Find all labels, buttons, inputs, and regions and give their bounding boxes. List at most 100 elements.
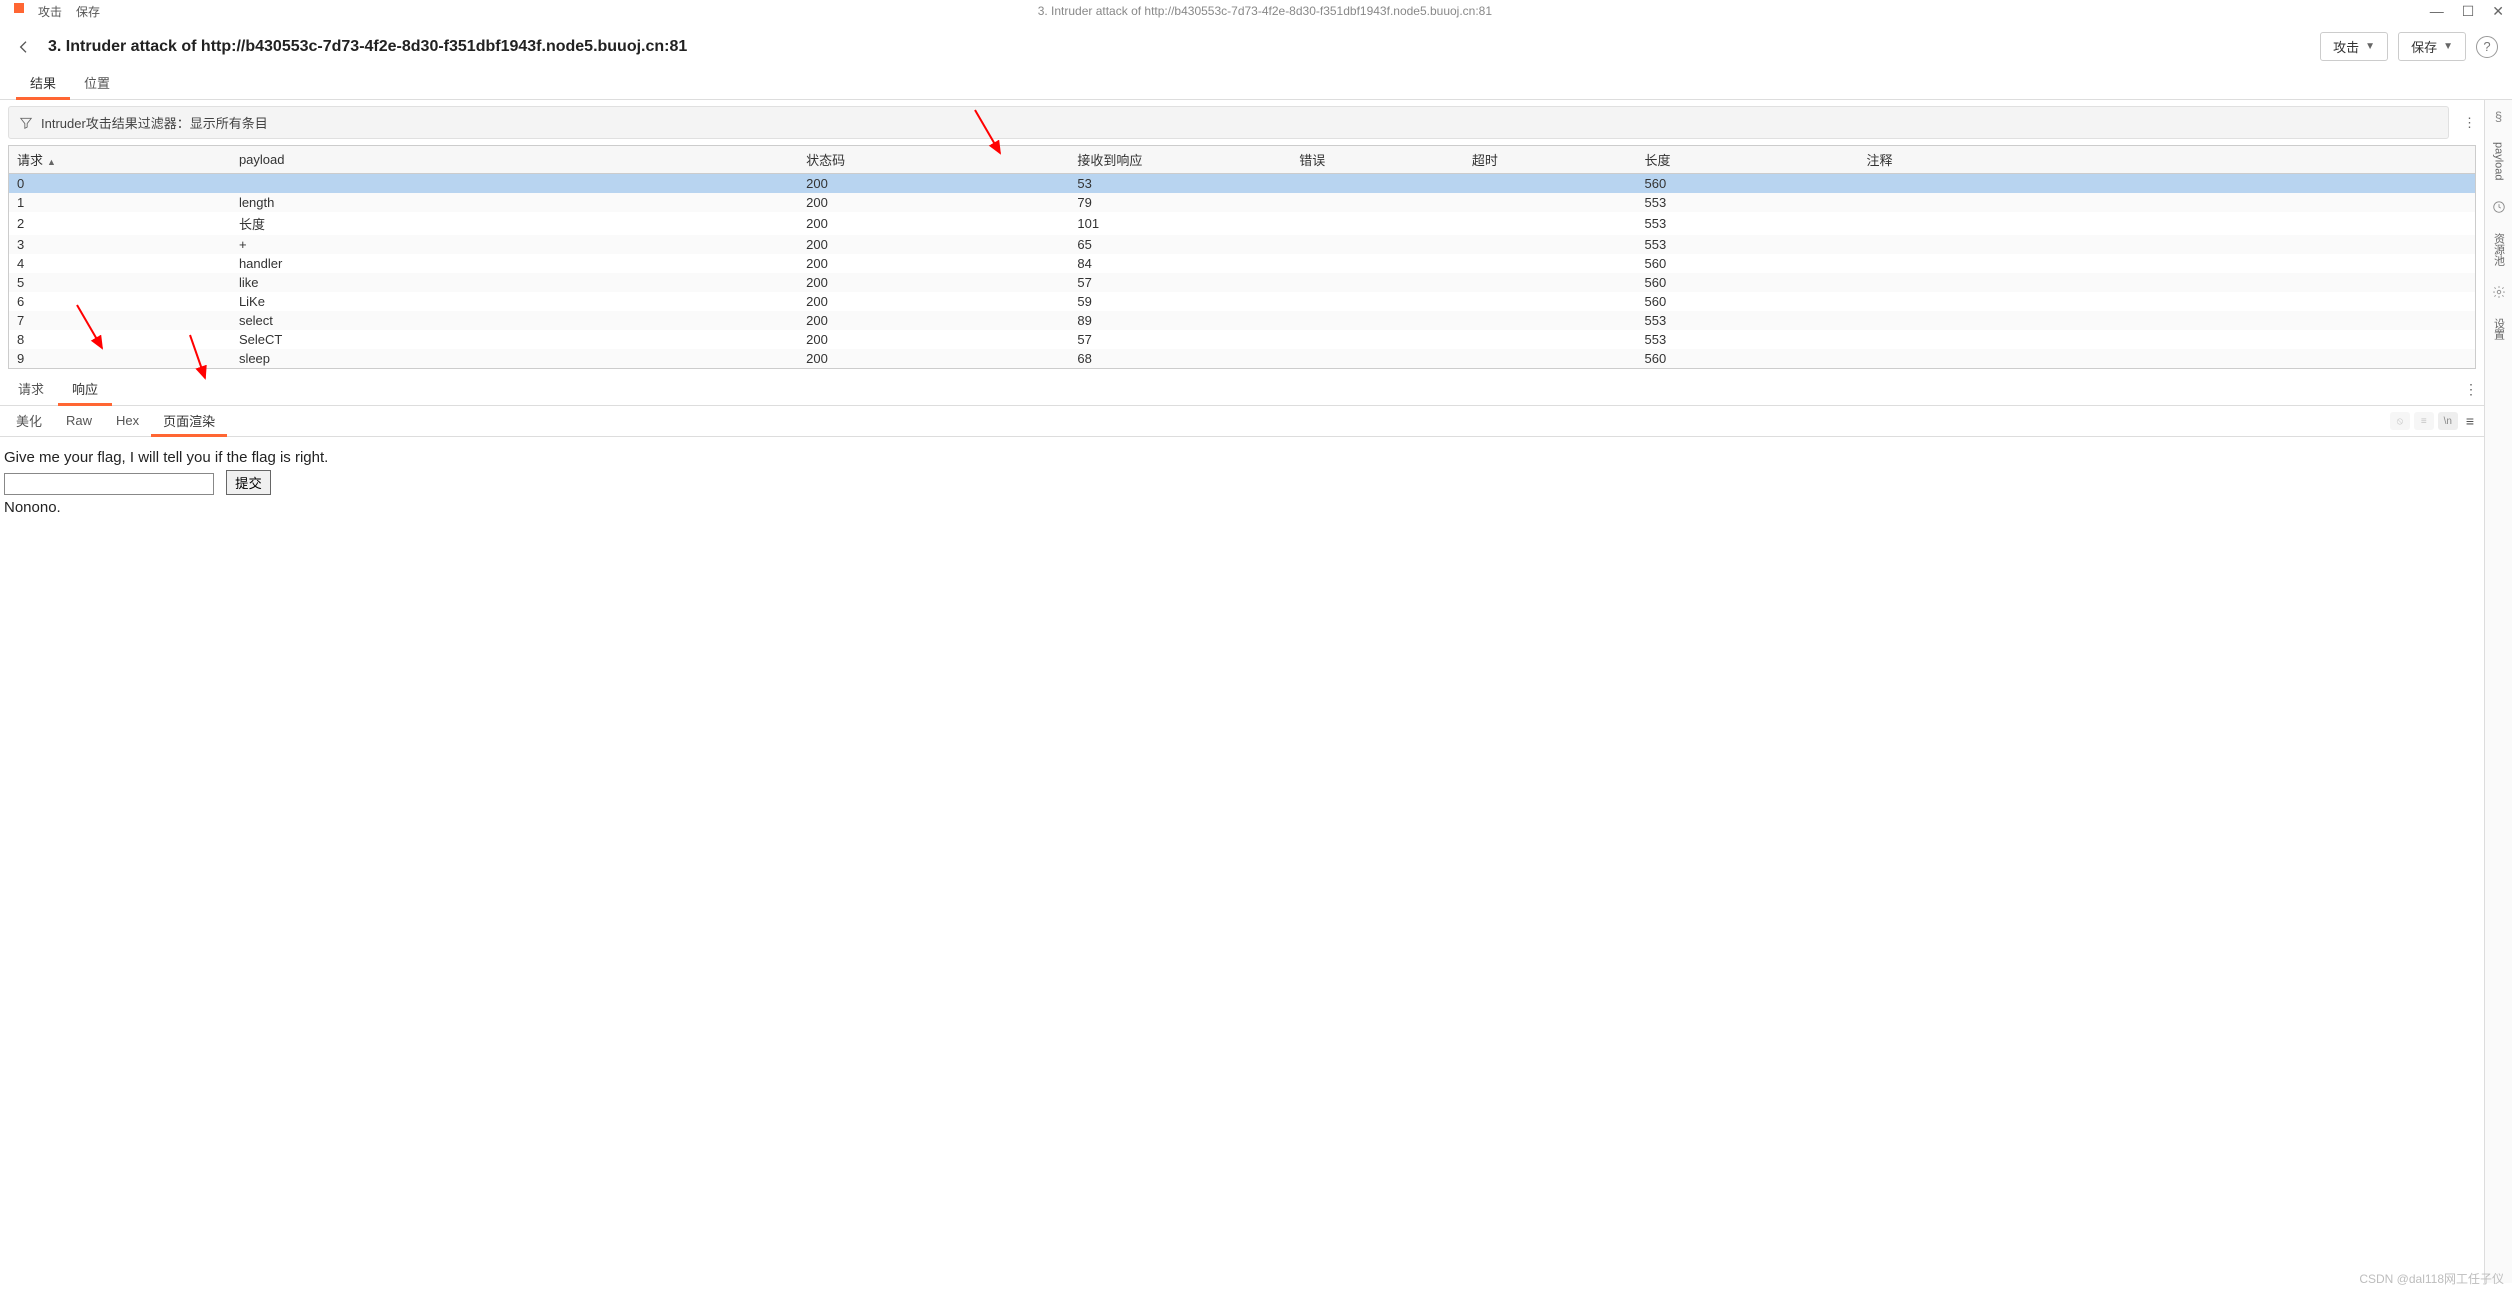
table-cell xyxy=(1858,273,2475,292)
subtab-hex[interactable]: Hex xyxy=(104,408,151,434)
table-cell: 6 xyxy=(9,292,231,311)
table-cell xyxy=(1464,292,1637,311)
table-cell: 1 xyxy=(9,193,231,212)
clock-icon[interactable] xyxy=(2491,199,2507,215)
table-row[interactable]: 2长度200101553 xyxy=(9,212,2475,235)
menu-save[interactable]: 保存 xyxy=(76,3,100,20)
sidebar-settings[interactable]: 设置 xyxy=(2491,318,2507,340)
mini-btn-2[interactable]: ≡ xyxy=(2414,412,2434,430)
table-cell xyxy=(1464,174,1637,194)
table-cell: 4 xyxy=(9,254,231,273)
funnel-icon xyxy=(19,116,33,130)
col-comment[interactable]: 注释 xyxy=(1858,146,2475,174)
section-icon[interactable]: § xyxy=(2491,108,2507,124)
table-cell xyxy=(1858,311,2475,330)
table-cell xyxy=(1464,235,1637,254)
table-cell: 89 xyxy=(1069,311,1291,330)
col-length[interactable]: 长度 xyxy=(1637,146,1859,174)
minimize-icon[interactable]: ― xyxy=(2430,3,2444,20)
main-column: Intruder攻击结果过滤器：显示所有条目 ⋮ 请求▲ payload 状态码… xyxy=(0,100,2484,1283)
filter-row: Intruder攻击结果过滤器：显示所有条目 ⋮ xyxy=(0,100,2484,145)
table-cell xyxy=(1858,174,2475,194)
main-layout: Intruder攻击结果过滤器：显示所有条目 ⋮ 请求▲ payload 状态码… xyxy=(0,100,2512,1283)
table-cell: 79 xyxy=(1069,193,1291,212)
tab-response[interactable]: 响应 xyxy=(58,373,112,405)
table-cell: 200 xyxy=(798,273,1069,292)
col-status[interactable]: 状态码 xyxy=(798,146,1069,174)
hamburger-icon[interactable]: ≡ xyxy=(2462,413,2478,429)
col-payload[interactable]: payload xyxy=(231,146,798,174)
table-cell: 200 xyxy=(798,212,1069,235)
table-cell: 560 xyxy=(1637,254,1859,273)
mini-btn-1[interactable]: ⦸ xyxy=(2390,412,2410,430)
filter-bar[interactable]: Intruder攻击结果过滤器：显示所有条目 xyxy=(8,106,2449,139)
help-button[interactable]: ? xyxy=(2476,36,2498,58)
table-cell: 553 xyxy=(1637,311,1859,330)
col-error[interactable]: 错误 xyxy=(1291,146,1464,174)
table-cell: 53 xyxy=(1069,174,1291,194)
table-cell: 9 xyxy=(9,349,231,368)
back-button[interactable] xyxy=(14,37,34,57)
window-title-bar: 攻击 保存 3. Intruder attack of http://b4305… xyxy=(0,0,2512,22)
table-row[interactable]: 7select20089553 xyxy=(9,311,2475,330)
table-row[interactable]: 8SeleCT20057553 xyxy=(9,330,2475,349)
primary-tabs: 结果 位置 xyxy=(0,67,2512,100)
table-cell: select xyxy=(231,311,798,330)
header-actions: 攻击 ▼ 保存 ▼ ? xyxy=(2320,32,2498,61)
subtab-pretty[interactable]: 美化 xyxy=(4,406,54,436)
table-row[interactable]: 3+20065553 xyxy=(9,235,2475,254)
subtab-raw[interactable]: Raw xyxy=(54,408,104,434)
table-cell xyxy=(1291,235,1464,254)
detail-menu-dots[interactable]: ⋮ xyxy=(2458,379,2484,400)
save-button[interactable]: 保存 ▼ xyxy=(2398,32,2466,61)
table-cell: handler xyxy=(231,254,798,273)
table-header-row: 请求▲ payload 状态码 接收到响应 错误 超时 长度 注释 xyxy=(9,146,2475,174)
table-cell: 553 xyxy=(1637,330,1859,349)
table-row[interactable]: 5like20057560 xyxy=(9,273,2475,292)
table-cell xyxy=(1291,254,1464,273)
table-row[interactable]: 4handler20084560 xyxy=(9,254,2475,273)
table-cell xyxy=(1858,292,2475,311)
submit-button[interactable] xyxy=(226,470,271,495)
table-cell: + xyxy=(231,235,798,254)
table-cell: 200 xyxy=(798,311,1069,330)
header: 3. Intruder attack of http://b430553c-7d… xyxy=(0,22,2512,67)
table-row[interactable]: 9sleep20068560 xyxy=(9,349,2475,368)
tab-positions[interactable]: 位置 xyxy=(70,67,124,99)
table-row[interactable]: 6LiKe20059560 xyxy=(9,292,2475,311)
table-cell: 560 xyxy=(1637,174,1859,194)
table-cell xyxy=(1291,311,1464,330)
tab-results[interactable]: 结果 xyxy=(16,67,70,99)
subtab-render[interactable]: 页面渲染 xyxy=(151,406,227,436)
top-menu: 攻击 保存 xyxy=(8,3,100,20)
table-cell: 200 xyxy=(798,174,1069,194)
subtab-controls: ⦸ ≡ \n ≡ xyxy=(2390,412,2484,430)
table-cell: like xyxy=(231,273,798,292)
attack-button[interactable]: 攻击 ▼ xyxy=(2320,32,2388,61)
tab-request[interactable]: 请求 xyxy=(4,373,58,405)
gear-icon[interactable] xyxy=(2491,284,2507,300)
table-cell xyxy=(1291,349,1464,368)
table-row[interactable]: 1length20079553 xyxy=(9,193,2475,212)
right-sidebar: § payload 资源池 设置 xyxy=(2484,100,2512,1283)
flag-input[interactable] xyxy=(4,473,214,495)
col-timeout[interactable]: 超时 xyxy=(1464,146,1637,174)
table-row[interactable]: 020053560 xyxy=(9,174,2475,194)
filter-menu-dots[interactable]: ⋮ xyxy=(2457,111,2482,135)
maximize-icon[interactable]: ☐ xyxy=(2462,3,2475,20)
table-cell: 5 xyxy=(9,273,231,292)
sidebar-pool[interactable]: 资源池 xyxy=(2491,233,2507,266)
window-controls: ― ☐ ✕ xyxy=(2430,3,2504,20)
table-cell xyxy=(1464,349,1637,368)
menu-attack[interactable]: 攻击 xyxy=(38,3,62,20)
table-cell xyxy=(1464,193,1637,212)
col-request[interactable]: 请求▲ xyxy=(9,146,231,174)
table-cell: 84 xyxy=(1069,254,1291,273)
table-cell: 68 xyxy=(1069,349,1291,368)
table-cell: 200 xyxy=(798,292,1069,311)
sidebar-payload[interactable]: payload xyxy=(2493,142,2505,181)
table-cell: LiKe xyxy=(231,292,798,311)
close-icon[interactable]: ✕ xyxy=(2492,3,2504,20)
mini-btn-3[interactable]: \n xyxy=(2438,412,2458,430)
col-received[interactable]: 接收到响应 xyxy=(1069,146,1291,174)
